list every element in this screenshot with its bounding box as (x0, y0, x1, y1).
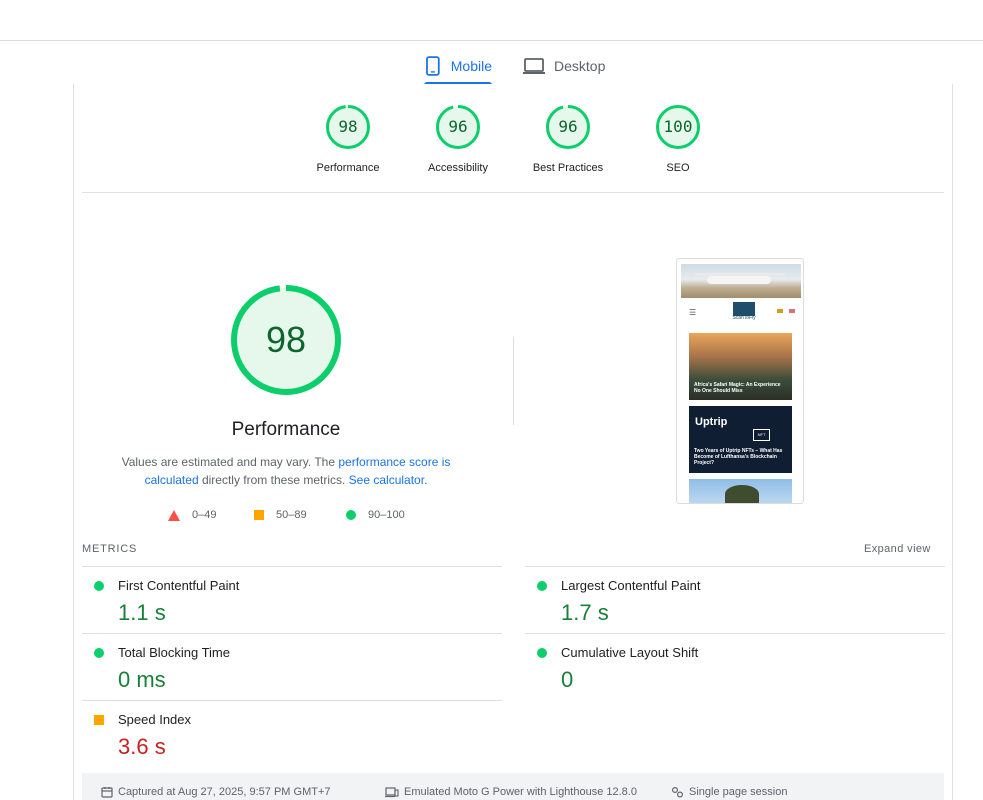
vertical-divider (513, 337, 514, 425)
page-screenshot-thumbnail[interactable]: ☰ ScanToFly Africa's Safari Magic: An Ex… (676, 258, 804, 504)
airplane-body (707, 276, 771, 284)
tree-image (725, 485, 759, 503)
footer-captured: Captured at Aug 27, 2025, 9:57 PM GMT+7 (101, 785, 331, 799)
metric-value: 0 (561, 667, 574, 692)
smartphone-icon (426, 56, 440, 76)
tab-desktop-label: Desktop (554, 58, 606, 74)
site-logo (733, 302, 755, 316)
see-calculator-link[interactable]: See calculator (349, 473, 424, 487)
thumbnail-nav: ☰ ScanToFly (681, 299, 801, 323)
article-title: Two Years of Uptrip NFTs – What Has Beco… (694, 448, 783, 466)
average-square-icon (94, 715, 104, 725)
footer-session: Single page session (671, 785, 787, 799)
metric-name: Speed Index (118, 712, 192, 727)
footer-text: Captured at Aug 27, 2025, 9:57 PM GMT+7 (118, 786, 331, 798)
device-icon (385, 787, 399, 798)
gauge-score: 98 (338, 117, 358, 136)
category-gauges: 98 Performance 96 Accessibility 96 Best … (0, 104, 983, 184)
footer-device: Emulated Moto G Power with Lighthouse 12… (385, 785, 637, 799)
gauge-best-practices[interactable]: 96 Best Practices (513, 104, 623, 174)
gauge-score: 100 (663, 117, 693, 136)
metric-lcp: Largest Contentful Paint 1.7 s (525, 566, 945, 633)
footer-text: Emulated Moto G Power with Lighthouse 12… (404, 786, 637, 798)
gauge-label: Best Practices (532, 162, 604, 174)
square-icon (254, 510, 264, 520)
legend-range: 50–89 (276, 509, 307, 521)
legend-range: 90–100 (368, 509, 405, 521)
gauge-seo[interactable]: 100 SEO (623, 104, 733, 174)
metric-name: Total Blocking Time (118, 645, 230, 660)
calendar-icon (101, 787, 113, 798)
legend-fail: 0–49 (168, 507, 216, 523)
gauges-divider (82, 192, 944, 193)
metric-speed-index: Speed Index 3.6 s (82, 700, 502, 767)
metric-fcp: First Contentful Paint 1.1 s (82, 566, 502, 633)
metric-name: Cumulative Layout Shift (561, 645, 699, 660)
performance-title: Performance (231, 419, 341, 440)
site-logo-text: ScanToFly (732, 315, 756, 321)
pass-circle-icon (537, 581, 547, 591)
gauge-performance[interactable]: 98 Performance (293, 104, 403, 174)
article-card: Uptrip NFT Two Years of Uptrip NFTs – Wh… (689, 406, 792, 473)
metric-value: 1.1 s (118, 600, 166, 625)
triangle-icon (168, 509, 180, 521)
metric-value: 0 ms (118, 667, 166, 692)
session-icon (671, 786, 684, 798)
runtime-settings-footer: Captured at Aug 27, 2025, 9:57 PM GMT+7 … (82, 773, 944, 800)
tab-mobile[interactable]: Mobile (424, 46, 492, 86)
metrics-heading: METRICS (82, 543, 138, 555)
hero-image (681, 264, 801, 298)
pass-circle-icon (537, 648, 547, 658)
flag-icon (789, 309, 795, 313)
tab-mobile-label: Mobile (450, 58, 492, 74)
expand-view-toggle[interactable]: Expand view (864, 543, 931, 555)
article-title: Africa's Safari Magic: An Experience No … (694, 382, 781, 394)
gauge-score: 96 (448, 117, 468, 136)
pass-circle-icon (94, 581, 104, 591)
metric-value: 1.7 s (561, 600, 609, 625)
gauge-label: Performance (316, 162, 380, 174)
gauge-label: Accessibility (428, 162, 488, 174)
circle-icon (346, 510, 356, 520)
desc-text: Values are estimated and may vary. The (121, 455, 339, 469)
pass-circle-icon (94, 648, 104, 658)
metric-value: 3.6 s (118, 734, 166, 759)
desc-text: directly from these metrics. (198, 473, 349, 487)
device-tabs: Mobile Desktop (0, 46, 983, 86)
hamburger-icon: ☰ (689, 308, 697, 317)
metric-name: First Contentful Paint (118, 578, 240, 593)
flag-icon (777, 309, 783, 313)
uptrip-logo: Uptrip (695, 416, 728, 428)
gauge-accessibility[interactable]: 96 Accessibility (403, 104, 513, 174)
laptop-icon (523, 58, 545, 74)
tab-desktop[interactable]: Desktop (523, 46, 609, 86)
legend-pass: 90–100 (346, 507, 405, 523)
gauge-label: SEO (666, 162, 690, 174)
article-card (689, 479, 792, 503)
article-card: Africa's Safari Magic: An Experience No … (689, 333, 792, 400)
performance-score: 98 (265, 319, 307, 360)
gauge-score: 96 (558, 117, 578, 136)
performance-big-gauge: 98 (230, 284, 342, 396)
nft-badge: NFT (753, 429, 770, 441)
performance-description: Values are estimated and may vary. The p… (116, 453, 456, 489)
metric-cls: Cumulative Layout Shift 0 (525, 633, 945, 700)
footer-text: Single page session (689, 786, 788, 798)
legend-average: 50–89 (254, 507, 307, 523)
legend-range: 0–49 (192, 509, 217, 521)
metric-name: Largest Contentful Paint (561, 578, 701, 593)
top-bar (0, 0, 983, 41)
metric-tbt: Total Blocking Time 0 ms (82, 633, 502, 700)
desc-text: . (424, 473, 428, 487)
